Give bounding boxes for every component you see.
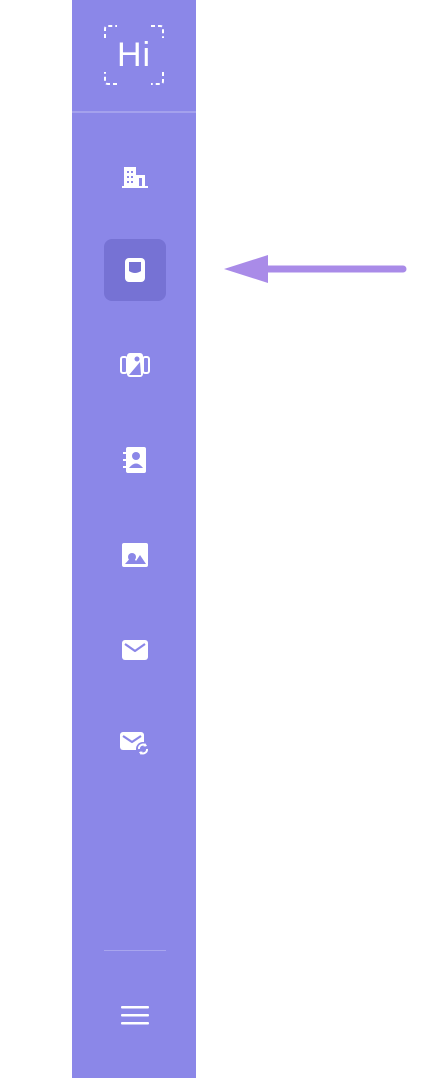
nav-item-contacts[interactable] — [104, 429, 166, 491]
pointer-arrow-icon — [224, 255, 407, 283]
image-icon — [122, 543, 148, 567]
nav-item-mail-sync[interactable] — [104, 712, 166, 774]
contact-book-icon — [123, 447, 146, 473]
gallery-cards-icon — [120, 353, 150, 377]
building-icon — [122, 167, 148, 188]
mail-sync-icon — [120, 732, 150, 756]
nav-item-images[interactable] — [104, 524, 166, 586]
wallet-icon — [125, 258, 145, 282]
mail-icon — [122, 640, 148, 660]
nav-item-mail[interactable] — [104, 619, 166, 681]
bottom-divider — [104, 950, 166, 951]
nav-item-wallet[interactable] — [104, 239, 166, 301]
nav-item-organization[interactable] — [104, 146, 166, 208]
menu-button[interactable] — [104, 984, 166, 1046]
logo-text: Hi — [116, 35, 152, 74]
hamburger-menu-icon — [121, 1006, 149, 1025]
app-logo[interactable]: Hi — [103, 24, 165, 86]
nav-item-gallery[interactable] — [104, 334, 166, 396]
top-divider — [72, 111, 196, 113]
sidebar: Hi — [72, 0, 196, 1078]
